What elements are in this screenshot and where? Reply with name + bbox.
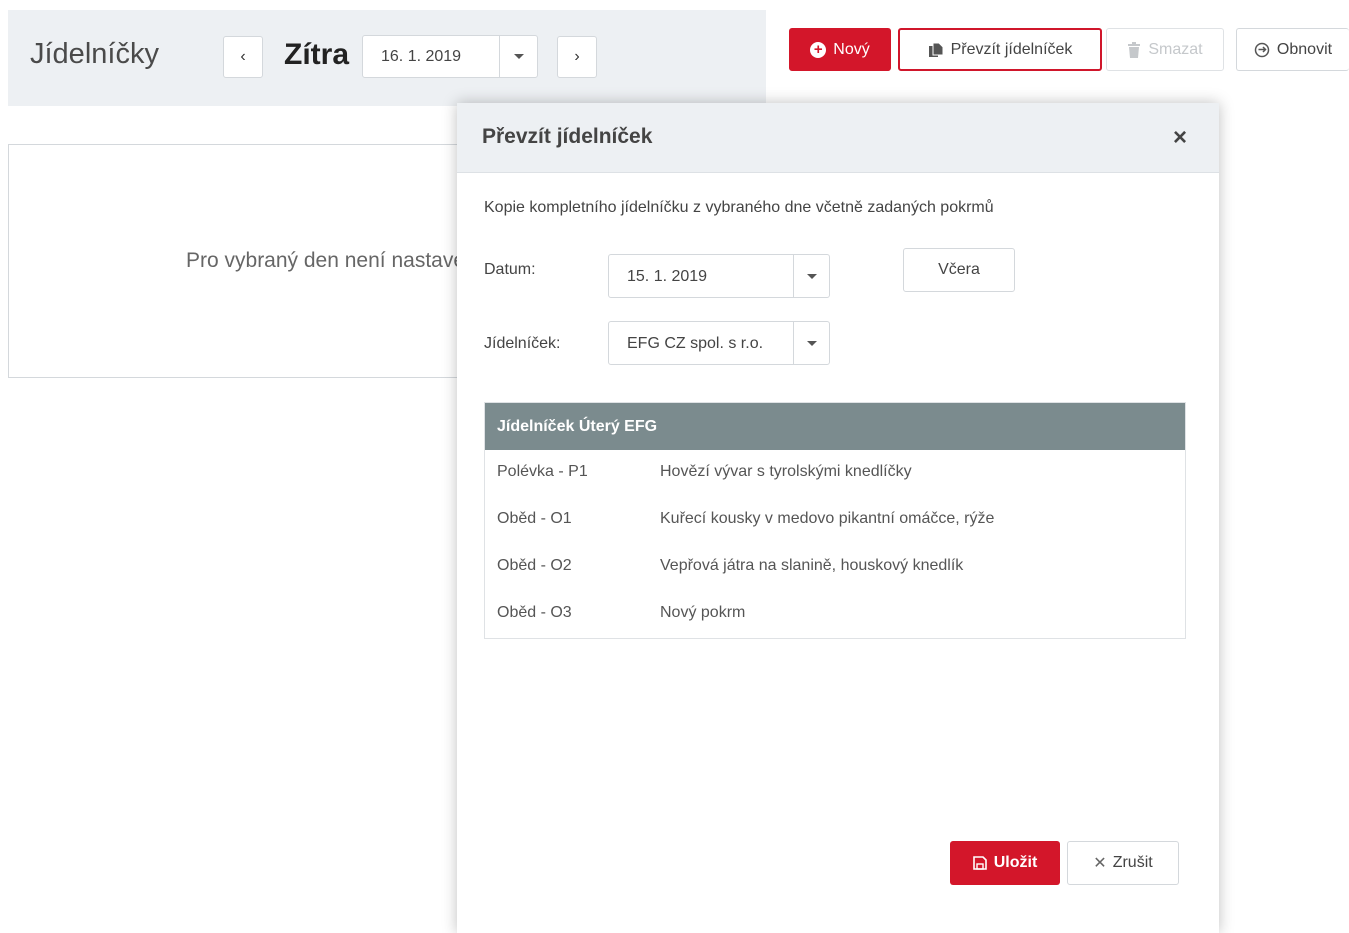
date-field-label: Datum: <box>484 261 536 278</box>
close-icon[interactable]: × <box>1173 126 1187 150</box>
menu-select[interactable]: EFG CZ spol. s r.o. <box>608 321 830 365</box>
menu-preview-table: Jídelníček Úterý EFG Polévka - P1 Hovězí… <box>484 402 1186 639</box>
plus-circle-icon: + <box>810 41 827 58</box>
new-button-label: Nový <box>833 40 870 58</box>
copy-icon <box>928 42 944 57</box>
close-icon: ✕ <box>1093 855 1107 872</box>
course-cell: Oběd - O1 <box>497 510 572 527</box>
menu-select-value: EFG CZ spol. s r.o. <box>627 335 764 352</box>
save-button-label: Uložit <box>993 854 1038 871</box>
empty-state-panel: Pro vybraný den není nastaven <box>8 144 478 378</box>
course-cell: Polévka - P1 <box>497 463 588 480</box>
take-menu-dialog: Převzít jídelníček × Kopie kompletního j… <box>457 103 1219 933</box>
table-row: Polévka - P1 Hovězí vývar s tyrolskými k… <box>485 450 1185 497</box>
chevron-left-icon: ‹ <box>240 48 246 65</box>
empty-state-text: Pro vybraný den není nastaven <box>186 249 477 272</box>
dropdown-arrow-icon[interactable] <box>793 322 829 364</box>
trash-icon <box>1128 41 1141 58</box>
dropdown-arrow-icon[interactable] <box>499 36 537 77</box>
table-header: Jídelníček Úterý EFG <box>485 403 1185 450</box>
dish-cell: Kuřecí kousky v medovo pikantní omáčce, … <box>660 510 995 527</box>
take-menu-button[interactable]: Převzít jídelníček <box>898 28 1102 71</box>
dish-cell: Hovězí vývar s tyrolskými knedlíčky <box>660 463 912 480</box>
yesterday-button[interactable]: Včera <box>903 248 1015 292</box>
menu-field-label: Jídelníček: <box>484 335 561 352</box>
chevron-right-icon: › <box>574 48 580 65</box>
refresh-button[interactable]: Obnovit <box>1236 28 1349 71</box>
prev-day-button[interactable]: ‹ <box>223 36 263 78</box>
new-button[interactable]: + Nový <box>789 28 891 71</box>
date-select-value: 16. 1. 2019 <box>381 48 462 65</box>
dish-cell: Nový pokrm <box>660 604 746 621</box>
next-day-button[interactable]: › <box>557 36 597 78</box>
date-select[interactable]: 16. 1. 2019 <box>362 35 538 78</box>
page-title: Jídelníčky <box>30 38 159 70</box>
source-date-value: 15. 1. 2019 <box>627 268 708 285</box>
dialog-title: Převzít jídelníček <box>482 125 653 148</box>
cancel-button-label: Zrušit <box>1112 854 1153 871</box>
take-menu-label: Převzít jídelníček <box>950 40 1073 58</box>
refresh-icon <box>1254 42 1270 57</box>
save-icon <box>972 856 987 870</box>
table-row: Oběd - O3 Nový pokrm <box>485 591 1185 638</box>
course-cell: Oběd - O2 <box>497 557 572 574</box>
dish-cell: Vepřová játra na slanině, houskový knedl… <box>660 557 964 574</box>
delete-button[interactable]: Smazat <box>1106 28 1224 71</box>
table-row: Oběd - O2 Vepřová játra na slanině, hous… <box>485 544 1185 591</box>
dropdown-arrow-icon[interactable] <box>793 255 829 297</box>
refresh-button-label: Obnovit <box>1276 40 1333 58</box>
delete-button-label: Smazat <box>1148 40 1203 58</box>
course-cell: Oběd - O3 <box>497 604 572 621</box>
source-date-select[interactable]: 15. 1. 2019 <box>608 254 830 298</box>
save-button[interactable]: Uložit <box>950 841 1060 885</box>
dialog-header: Převzít jídelníček × <box>457 103 1219 173</box>
dialog-description: Kopie kompletního jídelníčku z vybraného… <box>484 199 994 216</box>
cancel-button[interactable]: ✕ Zrušit <box>1067 841 1179 885</box>
table-row: Oběd - O1 Kuřecí kousky v medovo pikantn… <box>485 497 1185 544</box>
day-label: Zítra <box>284 38 350 71</box>
